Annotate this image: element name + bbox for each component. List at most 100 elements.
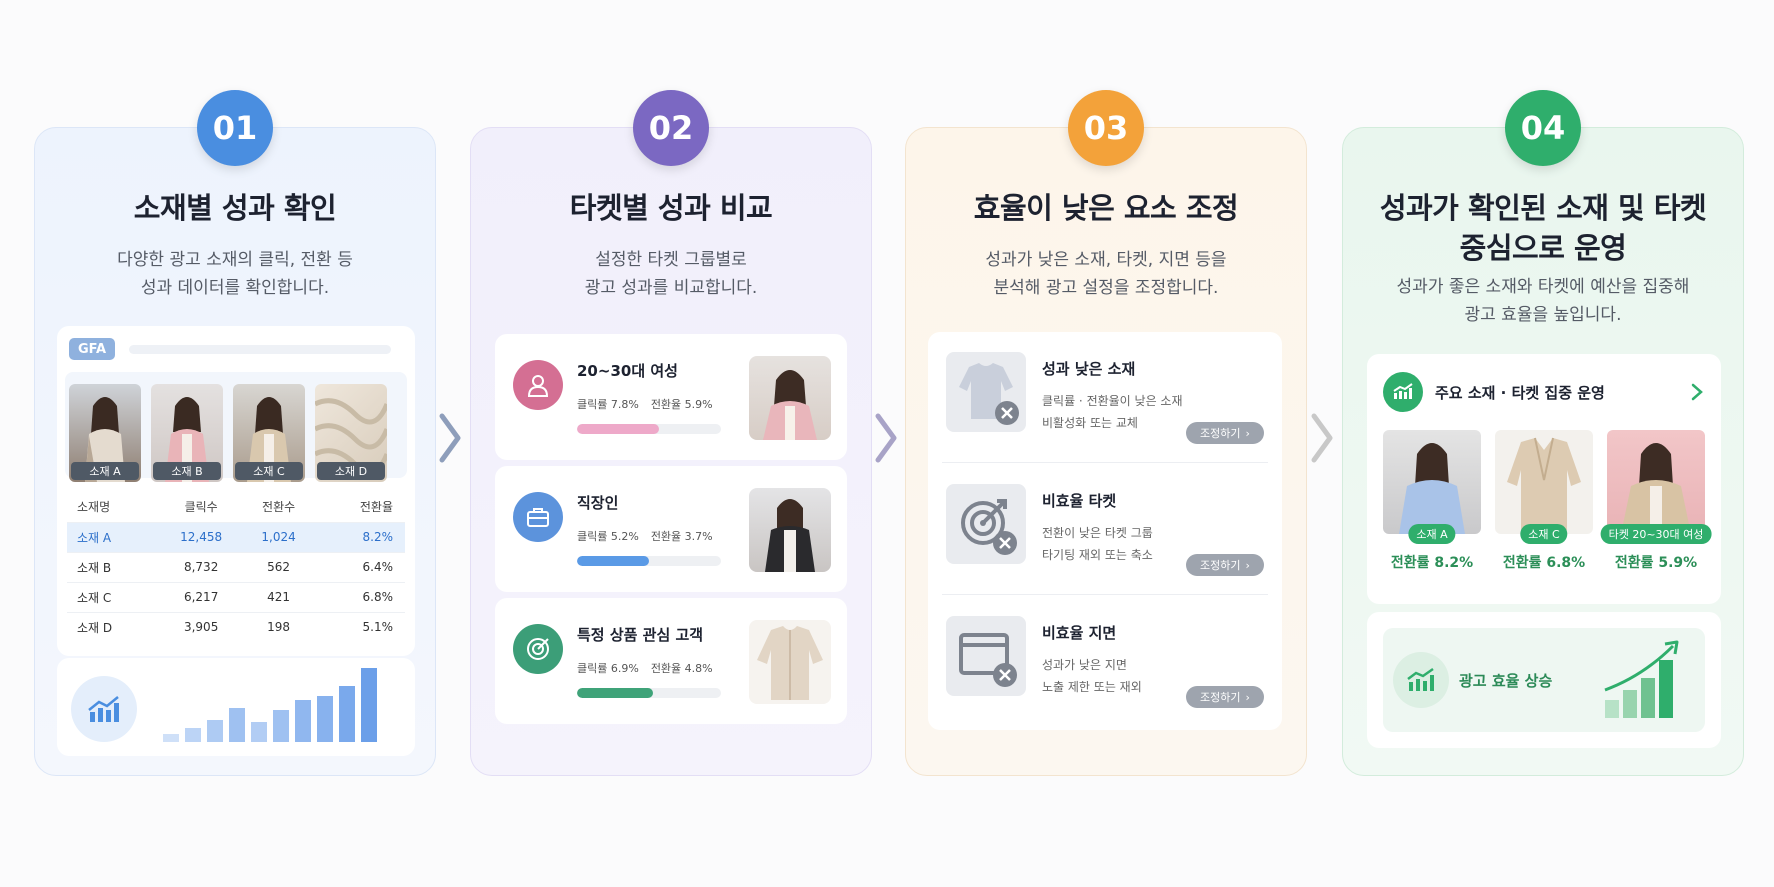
efficiency-panel: 광고 효율 상승 <box>1383 628 1705 732</box>
growth-chart-icon <box>1383 372 1423 412</box>
table-row[interactable]: 소재 B 8,732 562 6.4% <box>67 551 405 582</box>
adjust-row: 성과 낮은 소재 클릭률 · 전환율이 낮은 소재 비활성화 또는 교체 조정하기… <box>928 332 1280 462</box>
thumbnail-label: 소재 A <box>71 462 139 480</box>
step-number-badge: 03 <box>1068 90 1144 166</box>
target-image <box>749 620 831 704</box>
thumbnail[interactable]: 소재 D <box>315 384 387 482</box>
cell: 6.4% <box>313 551 405 582</box>
table-row[interactable]: 소재 A 12,458 1,024 8.2% <box>67 521 405 552</box>
adjust-label: 조정하기 <box>1200 559 1241 572</box>
cell: 421 <box>243 581 314 612</box>
cell: 8,732 <box>158 551 244 582</box>
adjust-title: 비효율 지면 <box>1042 624 1117 642</box>
table-row[interactable]: 소재 C 6,217 421 6.8% <box>67 581 405 612</box>
desc-line: 비활성화 또는 교체 <box>1042 416 1138 430</box>
adjust-button[interactable]: 조정하기 › <box>1186 554 1264 576</box>
step-description: 성과가 낮은 소재, 타켓, 지면 등을 분석해 광고 설정을 조정합니다. <box>906 246 1306 302</box>
cell: 5.1% <box>313 611 405 642</box>
focus-title: 주요 소재 · 타켓 집중 운영 <box>1435 384 1605 402</box>
step-title: 효율이 낮은 요소 조정 <box>973 191 1239 225</box>
focus-item: 소재 C 전환률 6.8% <box>1495 430 1593 572</box>
adjust-list-card: 성과 낮은 소재 클릭률 · 전환율이 낮은 소재 비활성화 또는 교체 조정하기… <box>928 332 1282 730</box>
conversion-rate: 전환률 8.2% <box>1390 555 1474 571</box>
step-description: 다양한 광고 소재의 클릭, 전환 등 성과 데이터를 확인합니다. <box>35 246 435 302</box>
column-header: 전환율 <box>359 500 393 515</box>
jacket-image <box>1495 430 1593 534</box>
efficiency-card: 광고 효율 상승 <box>1367 612 1721 748</box>
cell: 6.8% <box>313 581 405 612</box>
desc-line: 성과가 좋은 소재와 타켓에 예산을 집중해 <box>1396 277 1690 297</box>
progress-bar <box>577 688 721 698</box>
focus-card[interactable]: 주요 소재 · 타켓 집중 운영 소재 A 전환률 8.2% 소재 C 전환률 … <box>1367 354 1721 604</box>
target-row[interactable]: 20~30대 여성 클릭률 7.8% 전환율 5.9% <box>495 334 847 460</box>
conversion-rate: 전환율 5.9% <box>650 398 713 411</box>
desc-line: 성과가 낮은 지면 <box>1042 658 1127 672</box>
adjust-desc: 클릭률 · 전환율이 낮은 소재비활성화 또는 교체 <box>1042 390 1183 434</box>
step-title: 타켓별 성과 비교 <box>569 191 773 225</box>
desc-line: 분석해 광고 설정을 조정합니다. <box>993 278 1219 298</box>
adjust-button[interactable]: 조정하기 › <box>1186 686 1264 708</box>
item-tag: 소재 C <box>1520 524 1568 544</box>
person-icon <box>513 360 563 410</box>
header-bar <box>129 345 391 354</box>
chevron-right-icon[interactable] <box>1689 382 1705 402</box>
gfa-badge: GFA <box>69 338 115 360</box>
cell: 3,905 <box>158 611 244 642</box>
step-description: 성과가 좋은 소재와 타켓에 예산을 집중해 광고 효율을 높입니다. <box>1343 273 1743 329</box>
growth-chart-card <box>57 658 415 756</box>
step-description: 설정한 타켓 그룹별로 광고 성과를 비교합니다. <box>471 246 871 302</box>
focus-header: 주요 소재 · 타켓 집중 운영 <box>1383 372 1705 412</box>
thumbnail[interactable]: 소재 B <box>151 384 223 482</box>
item-tag: 소재 A <box>1408 524 1456 544</box>
desc-line: 성과 데이터를 확인합니다. <box>140 278 330 298</box>
shirt-icon <box>946 352 1026 432</box>
column-header: 클릭수 <box>184 500 218 515</box>
thumbnail[interactable]: 소재 C <box>233 384 305 482</box>
step-title: 성과가 확인된 소재 및 타켓 중심으로 운영 <box>1343 188 1743 268</box>
thumbnail-label: 소재 C <box>235 462 303 480</box>
title-line: 중심으로 운영 <box>1459 231 1627 265</box>
step-card-1: 01 소재별 성과 확인 다양한 광고 소재의 클릭, 전환 등 성과 데이터를… <box>34 90 436 776</box>
table-row[interactable]: 소재 D 3,905 198 5.1% <box>67 611 405 642</box>
decorative-bar-chart <box>163 668 377 742</box>
target-stats: 클릭률 5.2% 전환율 3.7% <box>577 528 725 544</box>
performance-table-card: GFA 소재 A 소재 B 소재 C 소재 D 소재명 클릭수 전환수 전환율 … <box>57 326 415 656</box>
step-number-badge: 02 <box>633 90 709 166</box>
adjust-label: 조정하기 <box>1200 427 1241 440</box>
model-image <box>1383 430 1481 534</box>
adjust-label: 조정하기 <box>1200 691 1241 704</box>
target-row[interactable]: 직장인 클릭률 5.2% 전환율 3.7% <box>495 466 847 592</box>
column-header: 전환수 <box>262 500 296 515</box>
desc-line: 클릭률 · 전환율이 낮은 소재 <box>1042 394 1183 408</box>
click-rate: 클릭률 6.9% <box>577 662 639 675</box>
model-image <box>1607 430 1705 534</box>
target-row[interactable]: 특정 상품 관심 고객 클릭률 6.9% 전환율 4.8% <box>495 598 847 724</box>
click-rate: 클릭률 5.2% <box>577 530 639 543</box>
adjust-row: 비효율 타켓 전환이 낮은 타켓 그룹 타기팅 재외 또는 축소 조정하기 › <box>928 464 1280 594</box>
chevron-right-icon <box>1308 408 1336 468</box>
cell: 소재 A <box>67 521 159 552</box>
growth-chart-icon <box>1393 652 1449 708</box>
adjust-button[interactable]: 조정하기 › <box>1186 422 1264 444</box>
briefcase-icon <box>513 492 563 542</box>
divider <box>942 462 1268 463</box>
target-icon <box>513 624 563 674</box>
step-number-badge: 01 <box>197 90 273 166</box>
efficiency-label: 광고 효율 상승 <box>1459 672 1553 690</box>
conversion-rate: 전환율 3.7% <box>650 530 713 543</box>
chevron-right-icon <box>872 408 900 468</box>
step-card-4: 04 성과가 확인된 소재 및 타켓 중심으로 운영 성과가 좋은 소재와 타켓… <box>1342 90 1744 776</box>
conversion-rate: 전환율 4.8% <box>650 662 713 675</box>
cell: 562 <box>243 551 314 582</box>
target-stats: 클릭률 7.8% 전환율 5.9% <box>577 396 725 412</box>
adjust-desc: 성과가 낮은 지면노출 제한 또는 재외 <box>1042 654 1142 698</box>
desc-line: 노출 제한 또는 재외 <box>1042 680 1142 694</box>
placement-window-icon <box>946 616 1026 696</box>
desc-line: 광고 효율을 높입니다. <box>1464 305 1622 325</box>
item-tag: 타켓 20~30대 여성 <box>1600 524 1712 544</box>
chevron-right-icon: › <box>1245 690 1250 704</box>
desc-line: 광고 성과를 비교합니다. <box>584 278 758 298</box>
target-image <box>749 488 831 572</box>
cell: 소재 D <box>67 611 159 642</box>
thumbnail[interactable]: 소재 A <box>69 384 141 482</box>
